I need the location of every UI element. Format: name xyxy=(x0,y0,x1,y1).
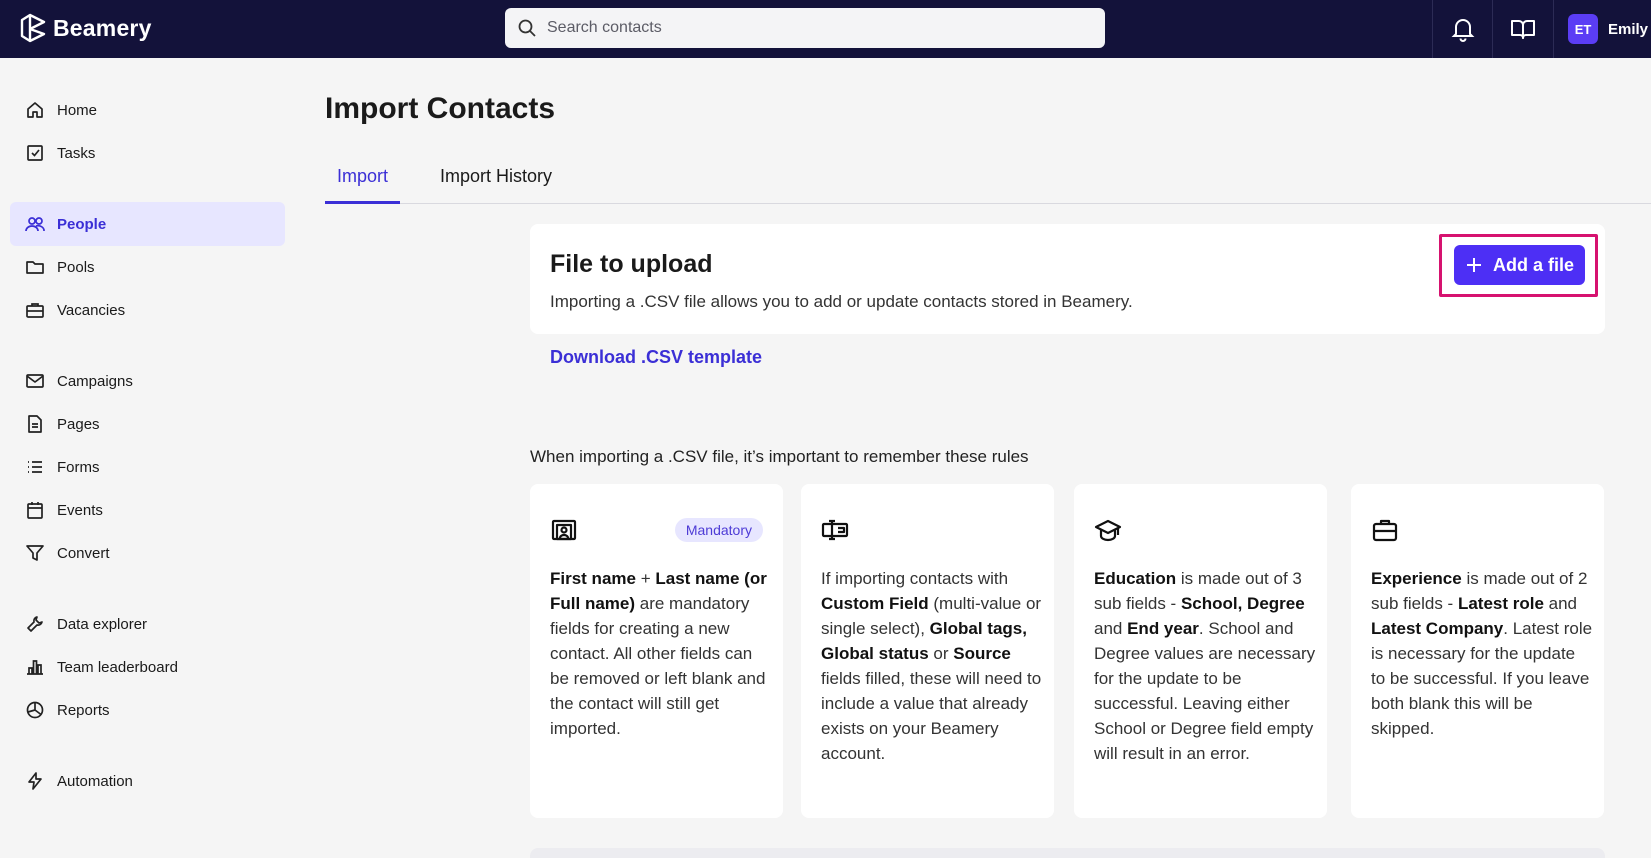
briefcase-icon xyxy=(1372,519,1398,542)
bar-chart-icon xyxy=(27,660,43,675)
next-card-edge xyxy=(530,848,1605,858)
mandatory-badge: Mandatory xyxy=(674,518,763,542)
sidebar-item-label: Campaigns xyxy=(57,372,133,390)
pie-chart-icon xyxy=(26,701,44,719)
sidebar-item-campaigns[interactable]: Campaigns xyxy=(10,359,285,403)
rule-text: If importing contacts with Custom Field … xyxy=(821,569,1042,763)
sidebar-item-label: Vacancies xyxy=(57,301,126,319)
top-bar: Beamery ET Emily T xyxy=(0,0,1651,58)
page-icon xyxy=(28,415,42,433)
custom-field-icon xyxy=(821,519,849,541)
wrench-icon xyxy=(27,616,43,632)
search-input[interactable] xyxy=(547,19,1087,37)
rule-text: First name + Last name (or Full name) ar… xyxy=(550,569,767,738)
sidebar-item-label: Events xyxy=(57,501,103,519)
sidebar-item-label: Team leaderboard xyxy=(57,658,178,676)
sidebar-item-label: Pools xyxy=(57,258,95,276)
rule-text: Education is made out of 3 sub fields - … xyxy=(1094,569,1316,763)
sidebar-item-tasks[interactable]: Tasks xyxy=(10,131,285,175)
rule-card-custom-field: If importing contacts with Custom Field … xyxy=(801,484,1054,818)
user-menu[interactable]: ET Emily T xyxy=(1553,0,1651,58)
notifications-button[interactable] xyxy=(1432,0,1492,58)
rule-card-education: Education is made out of 3 sub fields - … xyxy=(1074,484,1327,818)
sidebar-item-label: Home xyxy=(57,101,98,119)
folder-icon xyxy=(26,261,44,274)
rule-text: Experience is made out of 2 sub fields -… xyxy=(1371,569,1593,738)
sidebar-item-label: Data explorer xyxy=(57,615,148,633)
download-csv-template-link[interactable]: Download .CSV template xyxy=(550,347,762,368)
book-icon xyxy=(1510,20,1535,39)
upload-title: File to upload xyxy=(550,250,713,278)
add-file-button[interactable]: Add a file xyxy=(1454,245,1585,285)
sidebar-item-label: Pages xyxy=(57,415,100,433)
sidebar-item-pages[interactable]: Pages xyxy=(10,402,285,446)
help-book-button[interactable] xyxy=(1492,0,1552,58)
upload-description: Importing a .CSV file allows you to add … xyxy=(550,292,1133,311)
sidebar-item-forms[interactable]: Forms xyxy=(10,445,285,489)
mail-icon xyxy=(26,374,44,388)
sidebar-item-people[interactable]: People xyxy=(10,202,285,246)
tab-bar: Import Import History xyxy=(325,160,1651,204)
beamery-logo-icon xyxy=(20,13,46,43)
sidebar-item-label: Forms xyxy=(57,458,100,476)
sidebar-item-team-leaderboard[interactable]: Team leaderboard xyxy=(10,645,285,689)
sidebar-item-vacancies[interactable]: Vacancies xyxy=(10,288,285,332)
sidebar-item-label: Automation xyxy=(57,772,133,790)
page-title: Import Contacts xyxy=(325,92,556,125)
tab-import[interactable]: Import xyxy=(325,160,400,204)
id-card-icon xyxy=(551,519,577,541)
avatar: ET xyxy=(1568,14,1598,44)
graduation-cap-icon xyxy=(1094,519,1122,542)
sidebar-item-convert[interactable]: Convert xyxy=(10,531,285,575)
tasks-icon xyxy=(27,145,43,161)
sidebar-item-label: Convert xyxy=(57,544,110,562)
sidebar-item-home[interactable]: Home xyxy=(10,88,285,132)
sidebar-item-automation[interactable]: Automation xyxy=(10,759,285,803)
people-icon xyxy=(25,217,45,232)
lightning-icon xyxy=(28,772,42,790)
rules-intro: When importing a .CSV file, it’s importa… xyxy=(530,447,1029,466)
sidebar-item-data-explorer[interactable]: Data explorer xyxy=(10,602,285,646)
add-file-label: Add a file xyxy=(1492,254,1574,275)
sidebar-item-reports[interactable]: Reports xyxy=(10,688,285,732)
briefcase-icon xyxy=(26,303,44,318)
sidebar-item-label: Reports xyxy=(57,701,110,719)
sidebar: Home Tasks People Pools Vacancies Campai… xyxy=(0,58,295,858)
logo-text: Beamery xyxy=(53,14,152,41)
bell-icon xyxy=(1451,19,1474,42)
calendar-icon xyxy=(27,502,43,519)
search-bar[interactable] xyxy=(505,8,1105,48)
sidebar-item-label: People xyxy=(57,215,107,233)
sidebar-item-label: Tasks xyxy=(57,144,96,162)
tab-import-history[interactable]: Import History xyxy=(440,160,575,204)
rule-card-experience: Experience is made out of 2 sub fields -… xyxy=(1351,484,1604,818)
user-name: Emily T xyxy=(1608,20,1651,38)
rule-card-name: Mandatory First name + Last name (or Ful… xyxy=(530,484,783,818)
plus-icon xyxy=(1466,258,1481,272)
list-icon xyxy=(28,461,42,473)
home-icon xyxy=(27,102,43,118)
funnel-icon xyxy=(26,545,44,561)
beamery-logo[interactable]: Beamery xyxy=(18,12,152,44)
sidebar-item-events[interactable]: Events xyxy=(10,488,285,532)
search-icon xyxy=(518,19,536,37)
sidebar-item-pools[interactable]: Pools xyxy=(10,245,285,289)
